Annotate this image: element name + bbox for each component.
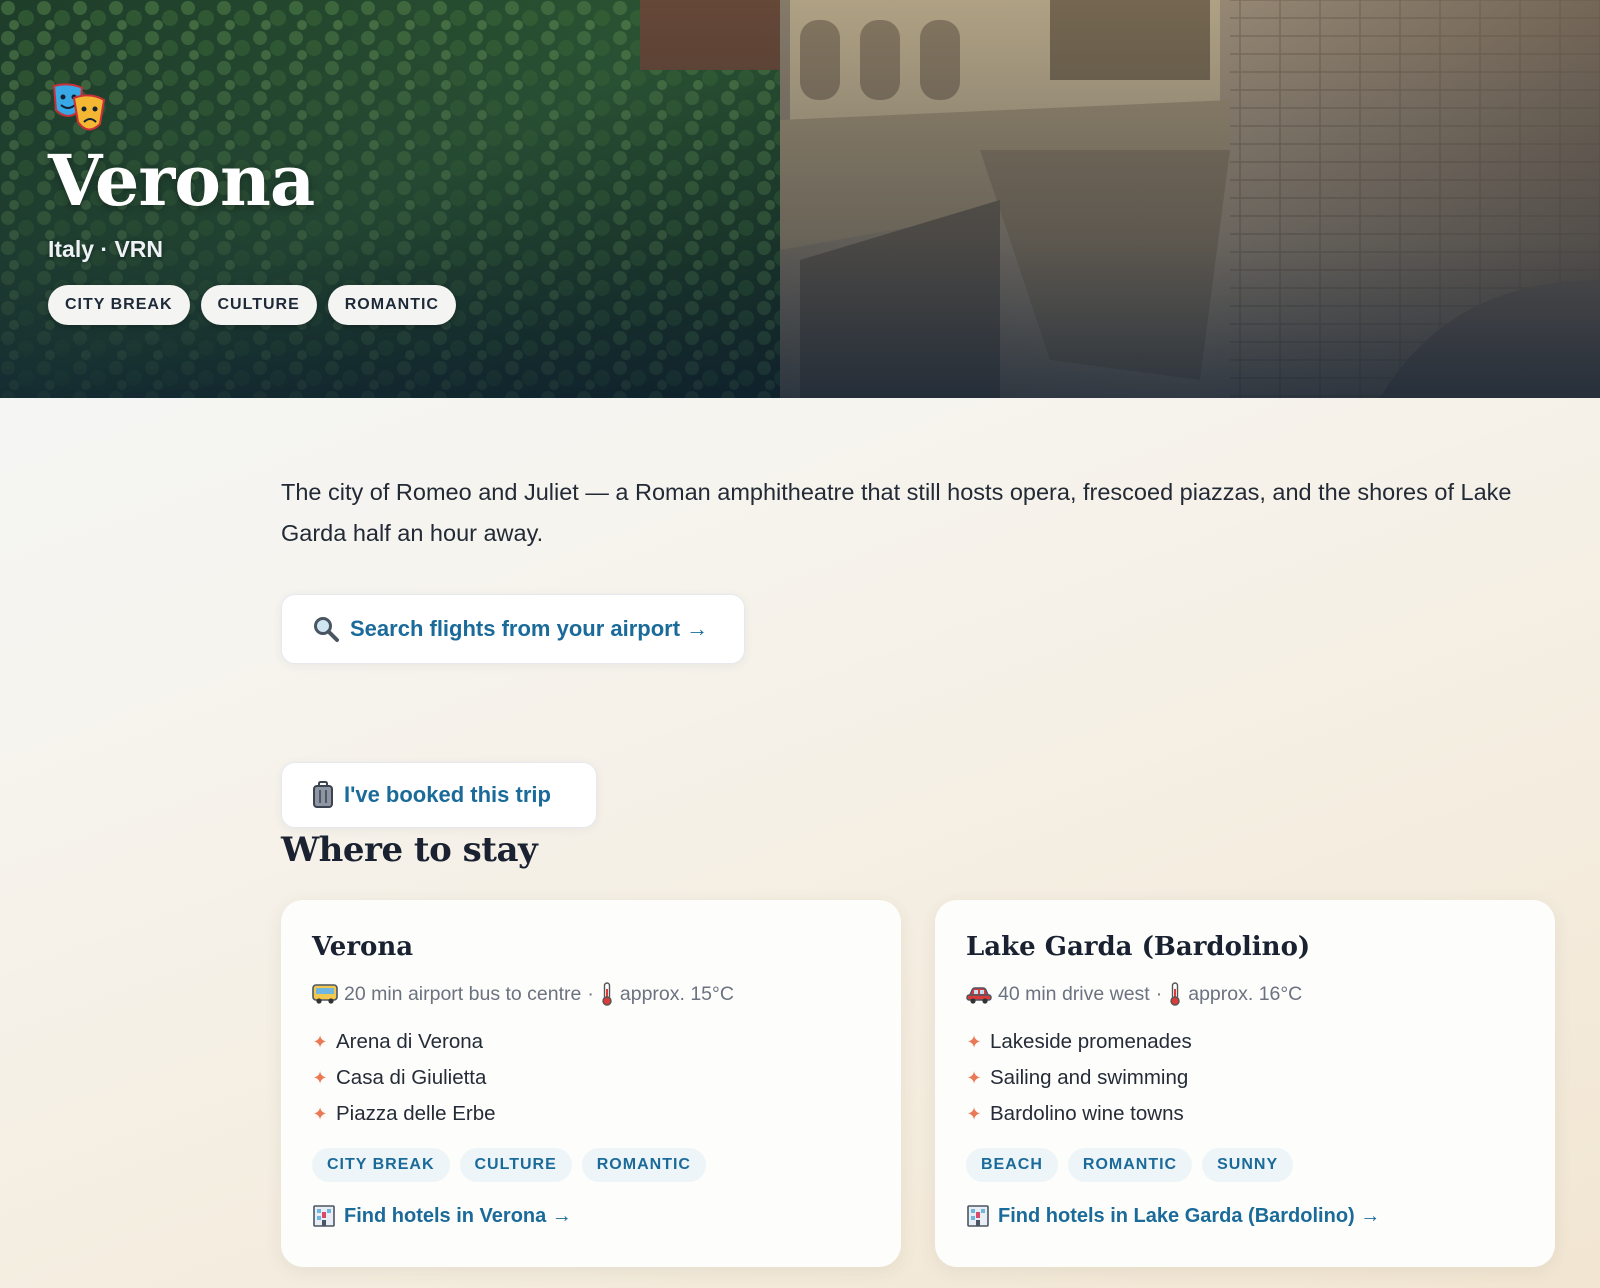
booked-trip-button[interactable]: I've booked this trip bbox=[281, 762, 597, 828]
list-item: ✦ Casa di Giulietta bbox=[312, 1060, 870, 1096]
stay-card-title: Lake Garda (Bardolino) bbox=[966, 932, 1311, 962]
sparkle-icon: ✦ bbox=[966, 1031, 982, 1052]
where-to-stay-heading: Where to stay bbox=[281, 830, 538, 870]
hotel-icon bbox=[313, 1205, 335, 1227]
list-item: ✦ Piazza delle Erbe bbox=[312, 1096, 870, 1132]
location-subtitle: Italy · VRN bbox=[48, 236, 164, 262]
hero-tag: ROMANTIC bbox=[327, 285, 456, 325]
luggage-icon bbox=[313, 781, 333, 808]
hero-tags: CITY BREAK CULTURE ROMANTIC bbox=[48, 285, 456, 325]
thermometer-icon bbox=[602, 982, 612, 1006]
highlight-text: Casa di Giulietta bbox=[336, 1066, 487, 1089]
stay-card-tags: CITY BREAK CULTURE ROMANTIC bbox=[312, 1148, 870, 1182]
card-tag: SUNNY bbox=[1202, 1148, 1294, 1182]
main-content: The city of Romeo and Juliet — a Roman a… bbox=[281, 472, 1555, 1267]
meta-separator: · bbox=[587, 982, 594, 1005]
hero-tag: CITY BREAK bbox=[48, 285, 190, 325]
stay-card-verona: Verona 20 min airport bus to centre · ap… bbox=[281, 900, 901, 1267]
card-tag: CITY BREAK bbox=[312, 1148, 450, 1182]
find-hotels-link[interactable]: Find hotels in Lake Garda (Bardolino) → bbox=[966, 1204, 1524, 1228]
find-hotels-link[interactable]: Find hotels in Verona → bbox=[312, 1204, 870, 1228]
sparkle-icon: ✦ bbox=[312, 1031, 328, 1052]
stay-card-lake-garda: Lake Garda (Bardolino) 40 min drive west… bbox=[935, 900, 1555, 1267]
hero-tag: CULTURE bbox=[200, 285, 317, 325]
booked-trip-label: I've booked this trip bbox=[344, 782, 551, 807]
highlight-text: Arena di Verona bbox=[336, 1030, 484, 1053]
temperature-text: approx. 16°C bbox=[1188, 982, 1303, 1005]
hero-banner: Verona Italy · VRN CITY BREAK CULTURE RO… bbox=[0, 0, 1600, 398]
sparkle-icon: ✦ bbox=[966, 1067, 982, 1088]
hotel-icon bbox=[967, 1205, 989, 1227]
stay-card-meta: 20 min airport bus to centre · approx. 1… bbox=[312, 982, 870, 1006]
transport-text: 20 min airport bus to centre bbox=[344, 982, 582, 1005]
highlight-text: Lakeside promenades bbox=[990, 1030, 1192, 1053]
card-tag: ROMANTIC bbox=[581, 1148, 706, 1182]
highlight-text: Sailing and swimming bbox=[990, 1066, 1189, 1089]
stay-card-tags: BEACH ROMANTIC SUNNY bbox=[966, 1148, 1524, 1182]
transport-text: 40 min drive west bbox=[998, 982, 1150, 1005]
sparkle-icon: ✦ bbox=[312, 1067, 328, 1088]
temperature-text: approx. 15°C bbox=[619, 982, 734, 1005]
search-flights-button[interactable]: Search flights from your airport → bbox=[281, 594, 745, 664]
hero-content: Verona Italy · VRN CITY BREAK CULTURE RO… bbox=[48, 80, 456, 325]
list-item: ✦ Sailing and swimming bbox=[966, 1060, 1524, 1096]
page-title: Verona bbox=[48, 139, 315, 222]
stay-cards: Verona 20 min airport bus to centre · ap… bbox=[281, 900, 1555, 1267]
highlight-text: Bardolino wine towns bbox=[990, 1102, 1184, 1125]
highlights-list: ✦ Arena di Verona ✦ Casa di Giulietta ✦ Pia… bbox=[312, 1024, 870, 1132]
list-item: ✦ Lakeside promenades bbox=[966, 1024, 1524, 1060]
highlights-list: ✦ Lakeside promenades ✦ Sailing and swimmi… bbox=[966, 1024, 1524, 1132]
find-hotels-label: Find hotels in Verona → bbox=[344, 1204, 572, 1227]
bus-icon bbox=[312, 984, 338, 1004]
theatre-masks-icon bbox=[52, 83, 106, 131]
search-flights-label: Search flights from your airport → bbox=[350, 616, 709, 641]
list-item: ✦ Bardolino wine towns bbox=[966, 1096, 1524, 1132]
highlight-text: Piazza delle Erbe bbox=[336, 1102, 496, 1125]
sparkle-icon: ✦ bbox=[312, 1103, 328, 1124]
card-tag: ROMANTIC bbox=[1067, 1148, 1193, 1182]
sparkle-icon: ✦ bbox=[966, 1103, 982, 1124]
card-tag: BEACH bbox=[966, 1148, 1058, 1182]
find-hotels-label: Find hotels in Lake Garda (Bardolino) → bbox=[998, 1204, 1381, 1227]
magnifier-icon bbox=[314, 617, 339, 642]
intro-text: The city of Romeo and Juliet — a Roman a… bbox=[281, 479, 1512, 546]
stay-card-meta: 40 min drive west · approx. 16°C bbox=[966, 982, 1524, 1006]
stay-card-title: Verona bbox=[312, 932, 414, 962]
meta-separator: · bbox=[1155, 982, 1163, 1005]
card-tag: CULTURE bbox=[459, 1148, 572, 1182]
list-item: ✦ Arena di Verona bbox=[312, 1024, 870, 1060]
car-icon bbox=[966, 987, 992, 1004]
thermometer-icon bbox=[1170, 982, 1180, 1006]
